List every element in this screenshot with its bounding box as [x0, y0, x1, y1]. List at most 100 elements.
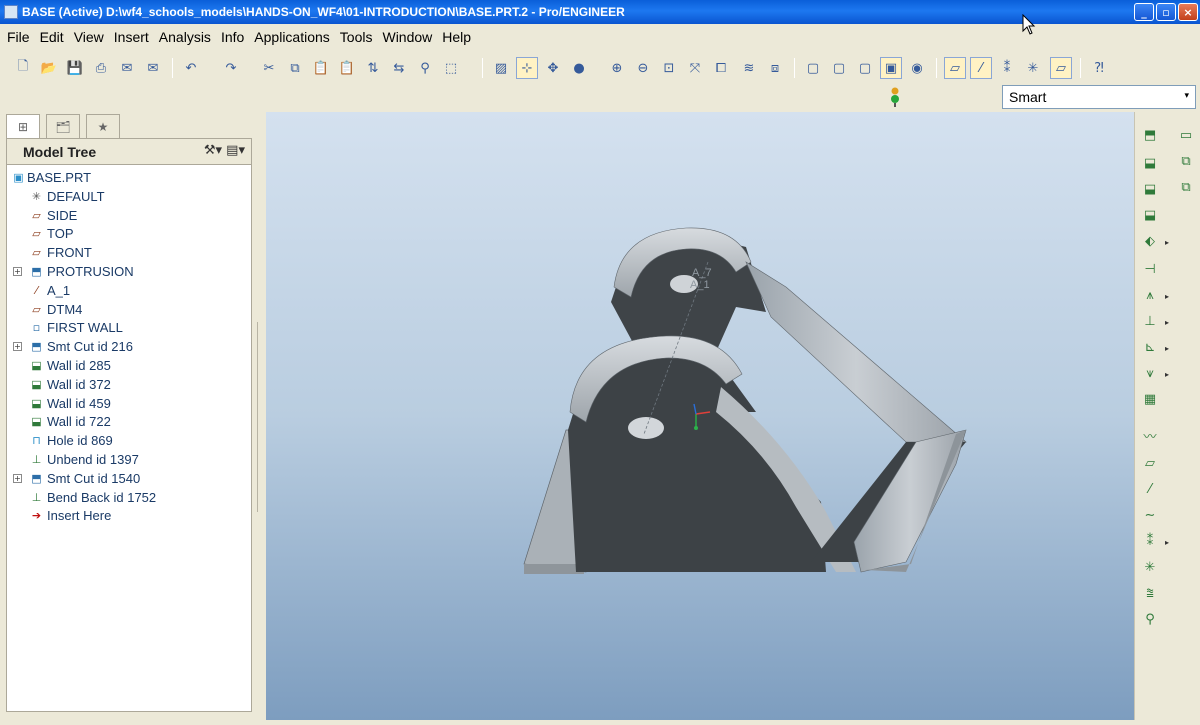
repaint-icon[interactable]: ▨ [490, 57, 512, 79]
sketch-icon[interactable]: 〰 [1139, 424, 1161, 446]
save-icon[interactable]: 💾 [64, 57, 86, 79]
email-link-icon[interactable]: ✉ [142, 57, 164, 79]
manage-view-icon[interactable]: ⧉ [1175, 150, 1197, 172]
spin-center-icon[interactable]: ⊹ [516, 57, 538, 79]
menu-edit[interactable]: Edit [35, 29, 69, 45]
unattached-wall-icon[interactable]: ⬓ [1139, 178, 1161, 200]
zoom-out-icon[interactable]: ⊖ [632, 57, 654, 79]
shading-sphere-icon[interactable]: ● [568, 57, 590, 79]
sheetmetal-bracket-model[interactable]: A_7 A_1 [266, 112, 1134, 720]
no-hidden-icon[interactable]: ▢ [854, 57, 876, 79]
tree-item[interactable]: ✳ DEFAULT [7, 187, 251, 206]
paste-icon[interactable]: 📋 [310, 57, 332, 79]
copy-icon[interactable]: ⧉ [284, 57, 306, 79]
view-manager-icon[interactable]: ⧈ [764, 57, 786, 79]
regenerate-manager-icon[interactable]: ⇆ [388, 57, 410, 79]
print-icon[interactable]: ⎙ [90, 57, 112, 79]
tree-item[interactable]: ⊥ Unbend id 1397 [7, 450, 251, 469]
minimize-button[interactable]: _ [1134, 3, 1154, 21]
shaded-icon[interactable]: ▣ [880, 57, 902, 79]
annotation-display-icon[interactable]: ▱ [1050, 57, 1072, 79]
paste-special-icon[interactable]: 📋 [336, 57, 358, 79]
analysis-feature-icon[interactable]: ⩰ [1139, 582, 1161, 604]
enhanced-realism-icon[interactable]: ◉ [906, 57, 928, 79]
tree-item[interactable]: + ⬒ PROTRUSION [7, 262, 251, 281]
tree-item[interactable]: ▣ BASE.PRT [7, 168, 251, 187]
rip-icon[interactable]: ⊣ [1139, 258, 1161, 280]
select-window-icon[interactable]: ▭ [1175, 124, 1197, 146]
tree-item[interactable]: ⬓ Wall id 285 [7, 356, 251, 375]
chevron-down-icon[interactable]: ▾ [1184, 90, 1189, 101]
tree-settings-icon[interactable]: ⚒▾ ▤▾ [204, 143, 245, 158]
tree-item[interactable]: ➔ Insert Here [7, 506, 251, 525]
tree-item[interactable]: ▱ SIDE [7, 206, 251, 225]
bend-icon[interactable]: ⩚ [1139, 284, 1161, 306]
datum-axes-display-icon[interactable]: ⁄ [970, 57, 992, 79]
zoom-in-icon[interactable]: ⊕ [606, 57, 628, 79]
tree-item[interactable]: ▱ DTM4 [7, 300, 251, 319]
find-icon[interactable]: ⚲ [414, 57, 436, 79]
orient-mode-icon[interactable]: ✥ [542, 57, 564, 79]
extend-wall-icon[interactable]: ⬓ [1139, 204, 1161, 226]
wireframe-icon[interactable]: ▢ [802, 57, 824, 79]
tree-item[interactable]: ▱ TOP [7, 224, 251, 243]
corner-relief-icon[interactable]: ▦ [1139, 388, 1161, 410]
menu-help[interactable]: Help [437, 29, 476, 45]
redo-icon[interactable]: ↷ [220, 57, 242, 79]
datum-plane-icon[interactable]: ▱ [1139, 452, 1161, 474]
new-file-icon[interactable]: 🗋 [12, 57, 34, 79]
tree-item[interactable]: ⬓ Wall id 459 [7, 394, 251, 413]
tree-item[interactable]: + ⬒ Smt Cut id 1540 [7, 469, 251, 488]
menu-insert[interactable]: Insert [109, 29, 154, 45]
open-folder-icon[interactable]: 📂 [38, 57, 60, 79]
menu-analysis[interactable]: Analysis [154, 29, 216, 45]
unbend-icon[interactable]: ⊥ [1139, 310, 1161, 332]
selection-filter-dropdown[interactable]: Smart ▾ [1002, 85, 1196, 109]
hidden-line-icon[interactable]: ▢ [828, 57, 850, 79]
tree-item[interactable]: + ⬒ Smt Cut id 216 [7, 337, 251, 356]
expand-icon[interactable]: + [13, 342, 22, 352]
cut-icon[interactable]: ✂ [258, 57, 280, 79]
bend-back-icon[interactable]: ⊾ [1139, 336, 1161, 358]
coordinate-system-icon[interactable]: ✳ [1139, 556, 1161, 578]
reorient-icon[interactable]: ⤧ [684, 57, 706, 79]
publish-geometry-icon[interactable]: ⚲ [1139, 608, 1161, 630]
favorites-tab-icon[interactable]: ★ [86, 114, 120, 138]
panel-splitter[interactable] [257, 322, 263, 512]
expand-icon[interactable]: + [13, 473, 22, 483]
maximize-button[interactable]: ▫ [1156, 3, 1176, 21]
flange-wall-icon[interactable]: ⬓ [1139, 152, 1161, 174]
flatten-icon[interactable]: ⩛ [1139, 362, 1161, 384]
app-icon[interactable] [4, 5, 18, 19]
form-icon[interactable]: ⬖ [1139, 230, 1161, 252]
expand-icon[interactable]: + [13, 267, 22, 276]
refit-icon[interactable]: ⊡ [658, 57, 680, 79]
undo-icon[interactable]: ↶ [180, 57, 202, 79]
sheetmetal-flat-wall-icon[interactable]: ⬒ [1139, 124, 1161, 146]
selection-box-icon[interactable]: ⬚ [440, 57, 462, 79]
graphics-window[interactable]: A_7 A_1 [266, 112, 1134, 720]
menu-window[interactable]: Window [377, 29, 437, 45]
layers-icon[interactable]: ≋ [738, 57, 760, 79]
menu-info[interactable]: Info [216, 29, 249, 45]
close-button[interactable]: × [1178, 3, 1198, 21]
saved-views-icon[interactable]: ⧠ [710, 57, 732, 79]
context-help-icon[interactable]: ⁈ [1088, 57, 1110, 79]
menu-view[interactable]: View [69, 29, 109, 45]
datum-point-icon[interactable]: ⁑ [1139, 530, 1161, 552]
menu-applications[interactable]: Applications [249, 29, 335, 45]
tree-item[interactable]: ⬓ Wall id 722 [7, 412, 251, 431]
datum-points-display-icon[interactable]: ⁑ [996, 57, 1018, 79]
datum-planes-display-icon[interactable]: ▱ [944, 57, 966, 79]
tree-item[interactable]: ⊓ Hole id 869 [7, 431, 251, 450]
tree-item[interactable]: ▫ FIRST WALL [7, 318, 251, 337]
email-icon[interactable]: ✉ [116, 57, 138, 79]
regenerate-icon[interactable]: ⇅ [362, 57, 384, 79]
tree-item[interactable]: ⬓ Wall id 372 [7, 375, 251, 394]
datum-axis-icon[interactable]: ⁄ [1139, 478, 1161, 500]
datum-curve-icon[interactable]: ∼ [1139, 504, 1161, 526]
layer-tree-icon[interactable]: ⧉ [1175, 176, 1197, 198]
menu-tools[interactable]: Tools [335, 29, 378, 45]
tree-item[interactable]: ⊥ Bend Back id 1752 [7, 488, 251, 507]
csys-display-icon[interactable]: ✳ [1022, 57, 1044, 79]
